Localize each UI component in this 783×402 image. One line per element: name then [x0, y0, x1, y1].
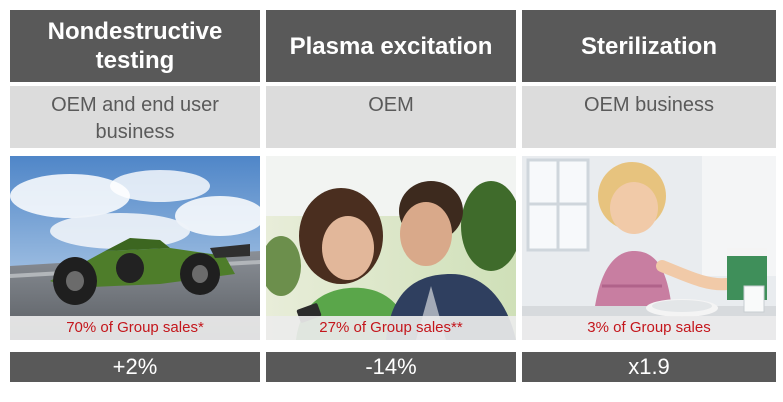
segment-business: OEM business	[522, 86, 776, 148]
growth-value: x1.9	[522, 352, 776, 382]
couple-illustration	[266, 156, 516, 340]
segment-title: Plasma excitation	[266, 10, 516, 82]
segment-overview: Nondestructive testing OEM and end user …	[0, 0, 783, 402]
sales-share-label: 70% of Group sales*	[10, 316, 260, 340]
segment-business: OEM and end user business	[10, 86, 260, 148]
segment-business: OEM	[266, 86, 516, 148]
segment-title: Sterilization	[522, 10, 776, 82]
segment-column-sterilization: Sterilization OEM business 3% of Group s…	[522, 10, 776, 382]
sales-share-label: 27% of Group sales**	[266, 316, 516, 340]
sales-share-label: 3% of Group sales	[522, 316, 776, 340]
growth-value: +2%	[10, 352, 260, 382]
child-kitchen-image: 3% of Group sales	[522, 156, 776, 340]
segment-title: Nondestructive testing	[10, 10, 260, 82]
race-car-illustration	[10, 156, 260, 340]
growth-value: -14%	[266, 352, 516, 382]
couple-smartphone-image: 27% of Group sales**	[266, 156, 516, 340]
segment-column-nondestructive-testing: Nondestructive testing OEM and end user …	[10, 10, 260, 382]
segment-column-plasma-excitation: Plasma excitation OEM 27% of Group sales…	[266, 10, 516, 382]
race-car-image: 70% of Group sales*	[10, 156, 260, 340]
child-illustration	[522, 156, 776, 340]
